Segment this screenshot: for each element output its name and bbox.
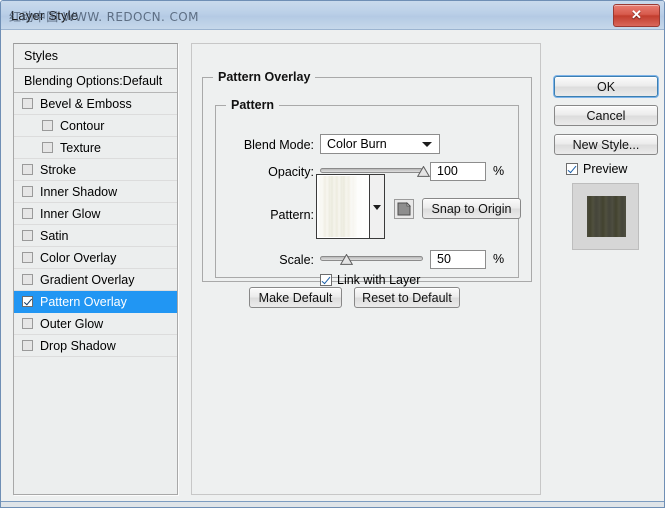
title-watermark-text: 红动中国 WWW. REDOCN. COM xyxy=(9,10,199,24)
link-with-layer-check-icon xyxy=(320,274,332,286)
style-row-satin[interactable]: Satin xyxy=(14,225,177,247)
close-button[interactable]: ✕ xyxy=(613,4,660,27)
style-row-label: Drop Shadow xyxy=(40,339,116,353)
link-with-layer-checkbox[interactable]: Link with Layer xyxy=(320,273,420,287)
pattern-subgroup-title: Pattern xyxy=(231,98,275,112)
snap-to-origin-button[interactable]: Snap to Origin xyxy=(422,198,521,219)
style-row-checkbox-icon[interactable] xyxy=(42,142,53,153)
opacity-slider-thumb[interactable] xyxy=(417,166,430,177)
preview-checkbox[interactable]: Preview xyxy=(566,162,627,176)
style-row-color-overlay[interactable]: Color Overlay xyxy=(14,247,177,269)
style-row-checkbox-icon[interactable] xyxy=(22,164,33,175)
style-row-outer-glow[interactable]: Outer Glow xyxy=(14,313,177,335)
style-row-label: Satin xyxy=(40,229,69,243)
dialog-body: Styles Blending Options:Default Bevel & … xyxy=(1,30,664,507)
style-effect-rows: Bevel & Emboss Contour Texture Stroke Inner … xyxy=(14,93,177,357)
style-row-pattern-overlay[interactable]: Pattern Overlay xyxy=(14,291,177,313)
pattern-overlay-group-title: Pattern Overlay xyxy=(218,70,311,84)
blending-options-row[interactable]: Blending Options:Default xyxy=(14,69,177,93)
title-bar: Layer Style 红动中国 WWW. REDOCN. COM ✕ xyxy=(1,1,664,30)
pattern-overlay-group: Pattern Overlay Pattern Blend Mode: Colo… xyxy=(202,70,532,287)
preview-check-icon xyxy=(566,163,578,175)
style-row-checkbox-icon[interactable] xyxy=(22,318,33,329)
blend-mode-label: Blend Mode: xyxy=(243,138,314,152)
scale-unit: % xyxy=(493,252,505,266)
style-row-inner-shadow[interactable]: Inner Shadow xyxy=(14,181,177,203)
pattern-swatch-picker[interactable] xyxy=(316,174,385,239)
style-row-checkbox-icon[interactable] xyxy=(22,252,33,263)
style-row-label: Stroke xyxy=(40,163,77,177)
opacity-label: Opacity: xyxy=(268,165,314,179)
style-row-checkbox-icon[interactable] xyxy=(22,296,33,307)
pattern-label: Pattern: xyxy=(270,208,314,222)
pattern-dropdown-arrow-icon[interactable] xyxy=(369,175,384,238)
style-row-label: Color Overlay xyxy=(40,251,117,265)
style-row-label: Outer Glow xyxy=(40,317,104,331)
scale-input[interactable]: 50 xyxy=(430,250,486,269)
opacity-slider-track xyxy=(320,168,423,173)
close-icon: ✕ xyxy=(631,7,642,22)
styles-list-panel: Styles Blending Options:Default Bevel & … xyxy=(13,43,178,495)
style-row-label: Texture xyxy=(60,141,101,155)
blend-mode-value: Color Burn xyxy=(327,137,387,151)
scale-slider-thumb[interactable] xyxy=(339,254,353,265)
style-row-contour[interactable]: Contour xyxy=(14,115,177,137)
scale-slider-track xyxy=(320,256,423,261)
pattern-preview-thumbnail xyxy=(318,176,368,237)
new-style-button[interactable]: New Style... xyxy=(554,134,658,155)
style-row-inner-glow[interactable]: Inner Glow xyxy=(14,203,177,225)
style-row-checkbox-icon[interactable] xyxy=(42,120,53,131)
style-row-bevel-emboss[interactable]: Bevel & Emboss xyxy=(14,93,177,115)
style-row-drop-shadow[interactable]: Drop Shadow xyxy=(14,335,177,357)
reset-to-default-button[interactable]: Reset to Default xyxy=(354,287,460,308)
title-watermark: 红动中国 WWW. REDOCN. COM xyxy=(9,8,199,25)
style-row-gradient-overlay[interactable]: Gradient Overlay xyxy=(14,269,177,291)
style-row-checkbox-icon[interactable] xyxy=(22,186,33,197)
style-preview-swatch xyxy=(587,196,626,237)
blend-mode-select[interactable]: Color Burn xyxy=(320,134,440,154)
style-row-label: Inner Glow xyxy=(40,207,101,221)
style-row-label: Inner Shadow xyxy=(40,185,118,199)
style-row-label: Contour xyxy=(60,119,105,133)
new-preset-icon[interactable] xyxy=(394,199,414,219)
cancel-button[interactable]: Cancel xyxy=(554,105,658,126)
style-row-label: Pattern Overlay xyxy=(40,295,127,309)
style-row-checkbox-icon[interactable] xyxy=(22,274,33,285)
ok-button[interactable]: OK xyxy=(554,76,658,97)
preview-label: Preview xyxy=(583,162,628,176)
opacity-input[interactable]: 100 xyxy=(430,162,486,181)
style-row-checkbox-icon[interactable] xyxy=(22,340,33,351)
opacity-unit: % xyxy=(493,164,505,178)
style-row-checkbox-icon[interactable] xyxy=(22,230,33,241)
style-row-label: Bevel & Emboss xyxy=(40,97,132,111)
layer-style-dialog: Layer Style 红动中国 WWW. REDOCN. COM ✕ Styl… xyxy=(0,0,665,508)
settings-panel: Pattern Overlay Pattern Blend Mode: Colo… xyxy=(191,43,541,495)
window-bottom-strip xyxy=(1,501,664,507)
link-with-layer-label: Link with Layer xyxy=(337,273,421,287)
styles-header: Styles xyxy=(14,44,177,69)
chevron-down-icon xyxy=(422,142,432,147)
scale-slider[interactable] xyxy=(320,252,423,266)
style-row-checkbox-icon[interactable] xyxy=(22,98,33,109)
style-row-label: Gradient Overlay xyxy=(40,273,135,287)
scale-label: Scale: xyxy=(279,253,314,267)
style-row-stroke[interactable]: Stroke xyxy=(14,159,177,181)
style-row-texture[interactable]: Texture xyxy=(14,137,177,159)
style-preview-thumbnail xyxy=(572,183,639,250)
pattern-subgroup: Pattern Blend Mode: Color Burn Opacity: xyxy=(215,98,521,287)
style-row-checkbox-icon[interactable] xyxy=(22,208,33,219)
make-default-button[interactable]: Make Default xyxy=(249,287,342,308)
